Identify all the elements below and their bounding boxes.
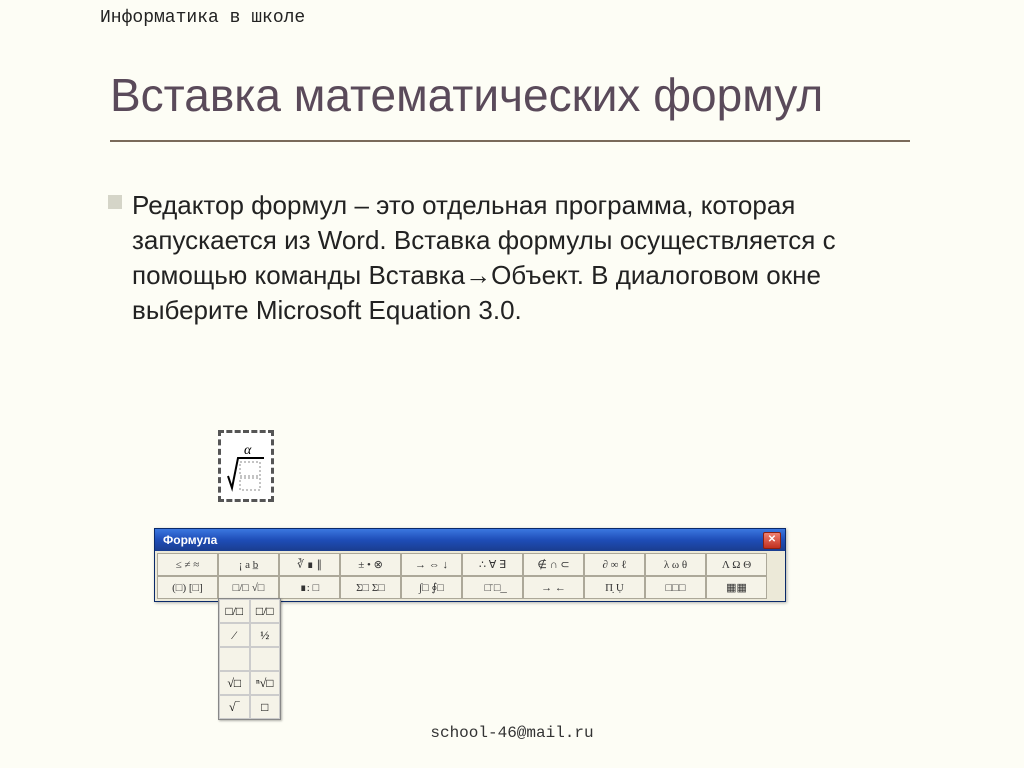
tool-misc[interactable]: ∂ ∞ ℓ <box>584 553 645 576</box>
tool-matrix[interactable]: □□□ <box>645 576 706 599</box>
toolbar-container: ≤ ≠ ≈ ¡ a b̲ ∛ ∎ ∥ ± • ⊗ → ⇔ ↓ ∴ ∀ ∃ ∉ ∩… <box>155 551 785 601</box>
close-icon: ✕ <box>768 534 776 545</box>
formula-toolbar-window: Формула ✕ ≤ ≠ ≈ ¡ a b̲ ∛ ∎ ∥ ± • ⊗ → ⇔ ↓… <box>154 528 786 602</box>
dd-longdiv[interactable]: √‾ <box>219 695 250 719</box>
tool-matrix2[interactable]: ▦▦ <box>706 576 767 599</box>
header-text: Информатика в школе <box>100 8 305 28</box>
toolbar-row-2: (□) [□] □/□ √□ ∎: □ Σ□ Σ□ ∫□ ∮□ □̄ □͟ → … <box>157 576 783 599</box>
formula-window-title: Формула <box>163 533 217 547</box>
formula-titlebar[interactable]: Формула ✕ <box>155 529 785 551</box>
dd-half[interactable]: ½ <box>250 623 281 647</box>
frac-root-dropdown: □/□ □/□ ⁄ ½ √□ ⁿ√□ √‾ □ <box>218 598 281 720</box>
tool-greek-upper[interactable]: Λ Ω Θ <box>706 553 767 576</box>
tool-spaces[interactable]: ∛ ∎ ∥ <box>279 553 340 576</box>
bullet-item: Редактор формул – это отдельная программ… <box>108 188 928 328</box>
dd-empty2[interactable] <box>250 647 281 671</box>
tool-overbar[interactable]: □̄ □͟ <box>462 576 523 599</box>
tool-labeled-arrow[interactable]: → ← <box>523 576 584 599</box>
tool-product[interactable]: Π̣ Ụ <box>584 576 645 599</box>
bullet-marker <box>108 195 122 209</box>
dd-empty1[interactable] <box>219 647 250 671</box>
tool-set[interactable]: ∉ ∩ ⊂ <box>523 553 584 576</box>
tool-embellish[interactable]: ¡ a b̲ <box>218 553 279 576</box>
close-button[interactable]: ✕ <box>763 532 781 549</box>
tool-frac-root[interactable]: □/□ √□ <box>218 576 279 599</box>
tool-logical[interactable]: ∴ ∀ ∃ <box>462 553 523 576</box>
dd-nroot[interactable]: ⁿ√□ <box>250 671 281 695</box>
toolbar-row-1: ≤ ≠ ≈ ¡ a b̲ ∛ ∎ ∥ ± • ⊗ → ⇔ ↓ ∴ ∀ ∃ ∉ ∩… <box>157 553 783 576</box>
dd-box[interactable]: □ <box>250 695 281 719</box>
tool-subsup[interactable]: ∎: □ <box>279 576 340 599</box>
tool-fences[interactable]: (□) [□] <box>157 576 218 599</box>
sqrt-alpha-icon: α <box>226 438 266 494</box>
dd-sqrt[interactable]: √□ <box>219 671 250 695</box>
svg-text:α: α <box>244 443 252 458</box>
tool-greek-lower[interactable]: λ ω θ <box>645 553 706 576</box>
dd-frac2[interactable]: □/□ <box>250 599 281 623</box>
footer-text: school-46@mail.ru <box>0 724 1024 742</box>
dd-frac1[interactable]: □/□ <box>219 599 250 623</box>
equation-object[interactable]: α <box>218 430 274 502</box>
tool-arrows[interactable]: → ⇔ ↓ <box>401 553 462 576</box>
tool-sum[interactable]: Σ□ Σ□ <box>340 576 401 599</box>
tool-operators[interactable]: ± • ⊗ <box>340 553 401 576</box>
dd-slash[interactable]: ⁄ <box>219 623 250 647</box>
tool-relational[interactable]: ≤ ≠ ≈ <box>157 553 218 576</box>
slide-title: Вставка математических формул <box>110 68 910 142</box>
body-text: Редактор формул – это отдельная программ… <box>132 188 928 328</box>
tool-integral[interactable]: ∫□ ∮□ <box>401 576 462 599</box>
